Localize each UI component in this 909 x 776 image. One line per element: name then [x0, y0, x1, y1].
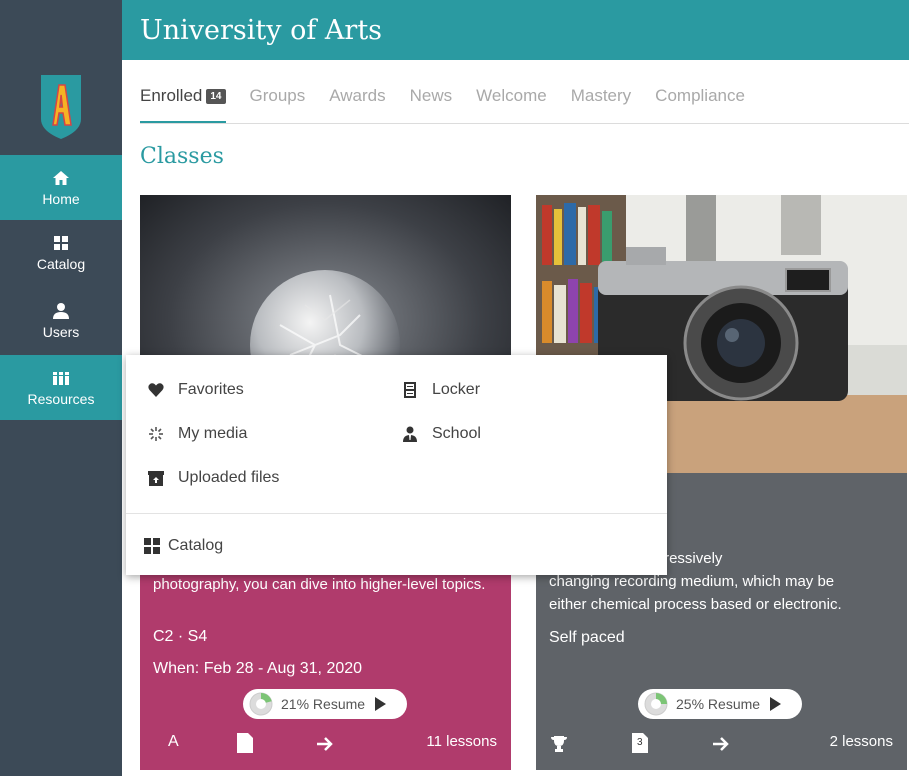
menu-item-label: School — [432, 425, 481, 442]
sidebar-item-home[interactable]: Home — [0, 155, 122, 220]
spinner-icon — [149, 427, 163, 441]
dropdown-divider — [126, 513, 667, 514]
resume-button[interactable]: 21% Resume — [243, 689, 407, 719]
sidebar-item-label: Users — [42, 323, 80, 340]
progress-pie-icon — [644, 692, 668, 716]
card-footer: 3 2 lessons — [536, 733, 907, 757]
sidebar-item-catalog[interactable]: Catalog — [0, 220, 122, 285]
arrow-right-icon[interactable] — [712, 736, 730, 752]
sidebar-item-label: Catalog — [36, 255, 86, 272]
school-user-icon — [403, 426, 417, 442]
card-pace: Self paced — [549, 629, 625, 646]
top-header: University of Arts — [0, 0, 909, 60]
tab-bar: Enrolled 14 Groups Awards News Welcome Ma… — [140, 82, 769, 124]
sidebar-item-label: Resources — [27, 390, 95, 407]
university-logo-icon — [41, 75, 81, 139]
section-title: Classes — [140, 144, 224, 169]
tab-enrolled[interactable]: Enrolled 14 — [140, 82, 226, 124]
logo[interactable] — [0, 0, 122, 155]
heart-icon — [148, 383, 164, 397]
tab-compliance[interactable]: Compliance — [655, 82, 745, 124]
play-icon — [375, 697, 387, 711]
resume-label: Resume — [707, 696, 761, 712]
grid-icon — [54, 235, 68, 250]
card-description-line: either chemical process based or electro… — [549, 596, 842, 613]
menu-item-favorites[interactable]: Favorites — [148, 381, 244, 399]
enrolled-count-badge: 14 — [206, 89, 226, 104]
footer-letter: A — [168, 733, 179, 750]
tab-news[interactable]: News — [410, 82, 453, 124]
sidebar-item-label: Home — [42, 190, 80, 207]
tab-awards[interactable]: Awards — [329, 82, 385, 124]
card-description: photography, you can dive into higher-le… — [153, 576, 486, 593]
tabs-divider — [140, 123, 909, 124]
arrow-right-icon[interactable] — [316, 736, 334, 752]
resources-dropdown: Favorites Locker My media School Uploade… — [126, 355, 667, 575]
app-title: University of Arts — [140, 15, 383, 46]
progress-percent: 21% — [281, 696, 310, 712]
tab-mastery[interactable]: Mastery — [571, 82, 631, 124]
progress-percent: 25% — [676, 696, 705, 712]
menu-item-label: Locker — [432, 381, 481, 398]
document-icon[interactable] — [237, 733, 253, 753]
card-dates: When: Feb 28 - Aug 31, 2020 — [153, 660, 363, 677]
progress-pie-icon — [249, 692, 273, 716]
lessons-count: 11 lessons — [426, 733, 497, 750]
menu-item-label: My media — [178, 425, 248, 442]
document-count: 3 — [637, 737, 643, 748]
menu-item-catalog[interactable]: Catalog — [144, 537, 223, 555]
menu-item-my-media[interactable]: My media — [148, 425, 247, 443]
trophy-icon[interactable] — [550, 735, 568, 753]
locker-icon — [404, 382, 416, 398]
sidebar-item-users[interactable]: Users — [0, 288, 122, 353]
menu-item-label: Favorites — [178, 381, 244, 398]
user-icon — [53, 302, 69, 319]
books-icon — [53, 371, 69, 385]
menu-item-locker[interactable]: Locker — [402, 381, 480, 399]
resume-label: Resume — [312, 696, 366, 712]
tab-welcome[interactable]: Welcome — [476, 82, 547, 124]
menu-item-uploaded-files[interactable]: Uploaded files — [148, 469, 279, 487]
grid-icon — [144, 538, 160, 554]
play-icon — [770, 697, 782, 711]
tab-groups[interactable]: Groups — [250, 82, 306, 124]
resume-button[interactable]: 25% Resume — [638, 689, 802, 719]
tab-label: Enrolled — [140, 86, 203, 105]
document-count-icon[interactable]: 3 — [632, 733, 648, 757]
card-footer: A 11 lessons — [140, 733, 511, 757]
card-code: C2 · S4 — [153, 628, 208, 645]
menu-item-label: Uploaded files — [178, 469, 280, 486]
menu-item-school[interactable]: School — [402, 425, 481, 443]
home-icon — [53, 170, 69, 185]
menu-item-label: Catalog — [168, 537, 224, 554]
lessons-count: 2 lessons — [829, 733, 893, 750]
sidebar: Home Catalog Users Resources — [0, 0, 122, 776]
sidebar-item-resources[interactable]: Resources — [0, 355, 122, 420]
upload-box-icon — [148, 471, 164, 486]
